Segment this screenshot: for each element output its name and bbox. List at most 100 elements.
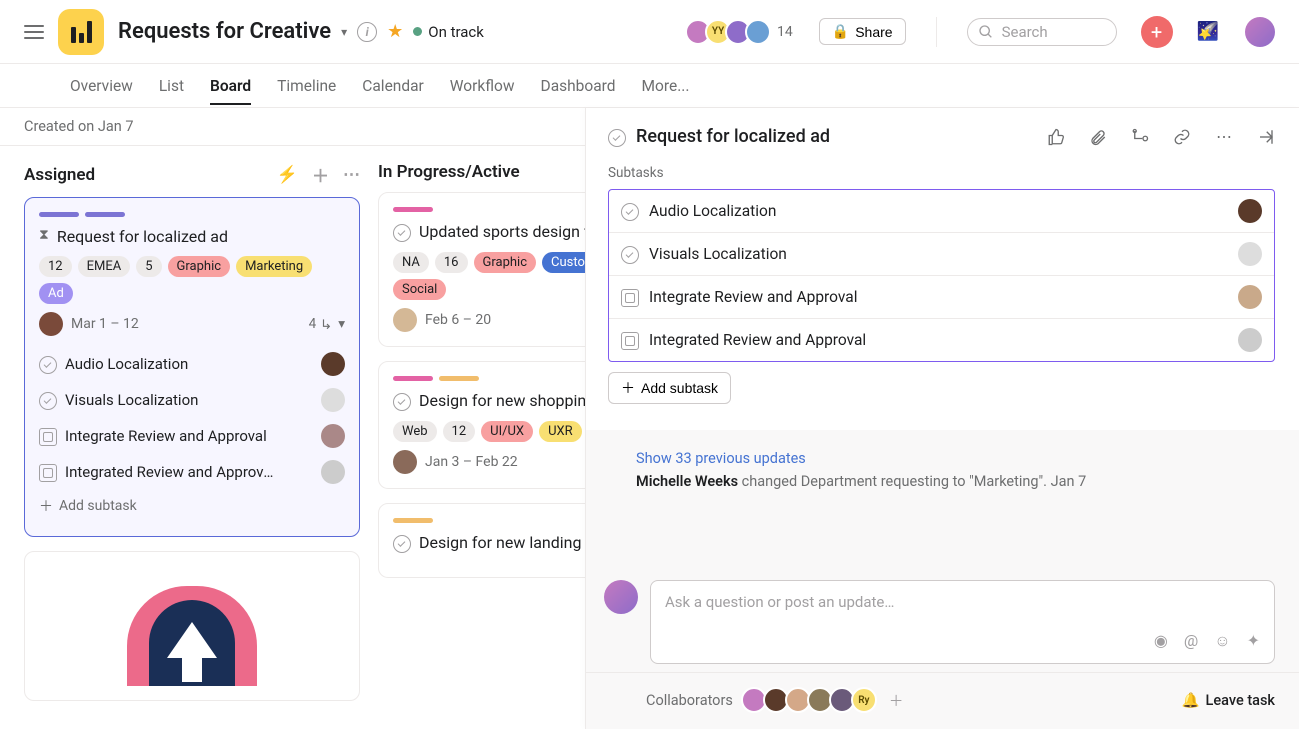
complete-task-icon[interactable] bbox=[608, 129, 626, 147]
add-subtask-inline[interactable]: ＋ Add subtask bbox=[39, 490, 345, 522]
share-label: Share bbox=[855, 24, 892, 40]
tag[interactable]: 5 bbox=[136, 256, 161, 277]
tag[interactable]: 16 bbox=[435, 252, 468, 273]
check-circle-icon[interactable] bbox=[393, 393, 411, 411]
emoji-icon[interactable]: ☺ bbox=[1214, 631, 1230, 651]
menu-icon[interactable] bbox=[24, 25, 44, 39]
tab-list[interactable]: List bbox=[159, 67, 184, 105]
sparkle-icon[interactable]: 🌠 bbox=[1197, 21, 1219, 42]
leave-task-button[interactable]: 🔔 Leave task bbox=[1181, 692, 1275, 709]
tag[interactable]: Graphic bbox=[168, 256, 231, 277]
attachment-icon[interactable] bbox=[1089, 128, 1107, 146]
column-menu-icon[interactable]: ⋯ bbox=[343, 165, 360, 185]
subtask-title: Audio Localization bbox=[65, 355, 188, 373]
assignee-avatar[interactable] bbox=[39, 312, 63, 336]
tab-timeline[interactable]: Timeline bbox=[277, 67, 336, 105]
task-date: Mar 1 – 12 bbox=[71, 316, 139, 332]
task-card-localized-ad[interactable]: ⧗ Request for localized ad 12 EMEA 5 Gra… bbox=[24, 197, 360, 537]
tag[interactable]: Marketing bbox=[236, 256, 312, 277]
subtask-row[interactable]: Visuals Localization bbox=[39, 382, 345, 418]
assignee-avatar[interactable] bbox=[393, 308, 417, 332]
subtask-item[interactable]: Visuals Localization bbox=[609, 232, 1274, 275]
tag[interactable]: UI/UX bbox=[481, 421, 533, 442]
subtask-icon[interactable] bbox=[1131, 128, 1149, 146]
avatar bbox=[1238, 328, 1262, 352]
check-circle-icon[interactable] bbox=[39, 356, 57, 374]
member-avatars[interactable]: YY 14 bbox=[691, 19, 793, 45]
add-button[interactable]: + bbox=[1141, 16, 1173, 48]
column-title[interactable]: Assigned bbox=[24, 165, 95, 185]
status-dot-icon bbox=[413, 27, 422, 36]
share-button[interactable]: 🔒 Share bbox=[819, 18, 906, 45]
link-icon[interactable] bbox=[1173, 128, 1191, 146]
approval-icon[interactable] bbox=[621, 332, 639, 350]
assignee-avatar[interactable] bbox=[393, 450, 417, 474]
like-icon[interactable] bbox=[1047, 128, 1065, 146]
tag[interactable]: Graphic bbox=[474, 252, 537, 273]
hourglass-icon: ⧗ bbox=[39, 227, 49, 243]
bolt-icon[interactable]: ⚡ bbox=[277, 165, 298, 185]
subtask-row[interactable]: Integrated Review and Approval bbox=[39, 454, 345, 490]
add-subtask-button[interactable]: ＋ Add subtask bbox=[608, 372, 731, 404]
task-card-image[interactable] bbox=[24, 551, 360, 701]
collaborator-avatars[interactable]: Ry bbox=[745, 687, 877, 713]
activity-entry: Michelle Weeks changed Department reques… bbox=[636, 473, 1275, 490]
check-circle-icon[interactable] bbox=[393, 535, 411, 553]
search-input[interactable]: Search bbox=[967, 18, 1117, 46]
tab-calendar[interactable]: Calendar bbox=[362, 67, 424, 105]
check-circle-icon[interactable] bbox=[621, 246, 639, 264]
add-collaborator-icon[interactable]: ＋ bbox=[889, 690, 904, 711]
star-icon[interactable]: ★ bbox=[387, 21, 403, 42]
project-icon[interactable] bbox=[58, 9, 104, 55]
close-pane-icon[interactable] bbox=[1257, 128, 1275, 146]
comment-input[interactable]: Ask a question or post an update… ◉ @ ☺ … bbox=[650, 580, 1275, 664]
status-chip[interactable]: On track bbox=[413, 23, 484, 41]
user-avatar[interactable] bbox=[1245, 17, 1275, 47]
subtask-count[interactable]: 4 ▾ bbox=[309, 316, 345, 332]
approval-icon[interactable] bbox=[39, 428, 57, 446]
add-task-icon[interactable]: ＋ bbox=[312, 162, 329, 187]
tab-board[interactable]: Board bbox=[210, 67, 251, 105]
tab-overview[interactable]: Overview bbox=[70, 67, 133, 105]
member-count: 14 bbox=[777, 24, 793, 40]
collaborators-row: Collaborators Ry ＋ 🔔 Leave task bbox=[586, 672, 1299, 729]
subtask-title: Visuals Localization bbox=[649, 245, 787, 263]
more-icon[interactable]: ⋯ bbox=[1215, 128, 1233, 146]
tag[interactable]: 12 bbox=[39, 256, 72, 277]
tag[interactable]: EMEA bbox=[78, 256, 131, 277]
tab-more[interactable]: More... bbox=[642, 67, 690, 105]
tab-workflow[interactable]: Workflow bbox=[450, 67, 515, 105]
project-title[interactable]: Requests for Creative bbox=[118, 19, 331, 44]
subtask-item[interactable]: Integrated Review and Approval bbox=[609, 318, 1274, 361]
subtask-title: Visuals Localization bbox=[65, 391, 198, 409]
record-icon[interactable]: ◉ bbox=[1154, 631, 1168, 651]
tag[interactable]: Ad bbox=[39, 283, 73, 304]
lock-icon: 🔒 bbox=[832, 23, 849, 40]
tag[interactable]: 12 bbox=[443, 421, 476, 442]
tag[interactable]: UXR bbox=[539, 421, 582, 442]
avatar bbox=[1238, 242, 1262, 266]
show-previous-updates[interactable]: Show 33 previous updates bbox=[636, 450, 1275, 467]
subtask-row[interactable]: Audio Localization bbox=[39, 346, 345, 382]
subtask-row[interactable]: Integrate Review and Approval bbox=[39, 418, 345, 454]
check-circle-icon[interactable] bbox=[621, 203, 639, 221]
column-title[interactable]: In Progress/Active bbox=[378, 162, 520, 182]
subtask-item[interactable]: Integrate Review and Approval bbox=[609, 275, 1274, 318]
star-reaction-icon[interactable]: ✦ bbox=[1247, 631, 1260, 651]
tag[interactable]: Web bbox=[393, 421, 437, 442]
column-assigned: Assigned ⚡ ＋ ⋯ ⧗ Request for localized a… bbox=[24, 162, 360, 725]
check-circle-icon[interactable] bbox=[39, 392, 57, 410]
status-text: On track bbox=[428, 23, 484, 41]
approval-icon[interactable] bbox=[39, 464, 57, 482]
approval-icon[interactable] bbox=[621, 289, 639, 307]
info-icon[interactable]: i bbox=[357, 22, 377, 42]
detail-task-title[interactable]: Request for localized ad bbox=[636, 126, 830, 147]
tag[interactable]: Social bbox=[393, 279, 446, 300]
mention-icon[interactable]: @ bbox=[1184, 631, 1198, 651]
top-bar: Requests for Creative ▾ i ★ On track YY … bbox=[0, 0, 1299, 64]
chevron-down-icon[interactable]: ▾ bbox=[341, 25, 347, 39]
tag[interactable]: NA bbox=[393, 252, 429, 273]
check-circle-icon[interactable] bbox=[393, 224, 411, 242]
tab-dashboard[interactable]: Dashboard bbox=[541, 67, 616, 105]
subtask-item[interactable]: Audio Localization bbox=[609, 190, 1274, 232]
